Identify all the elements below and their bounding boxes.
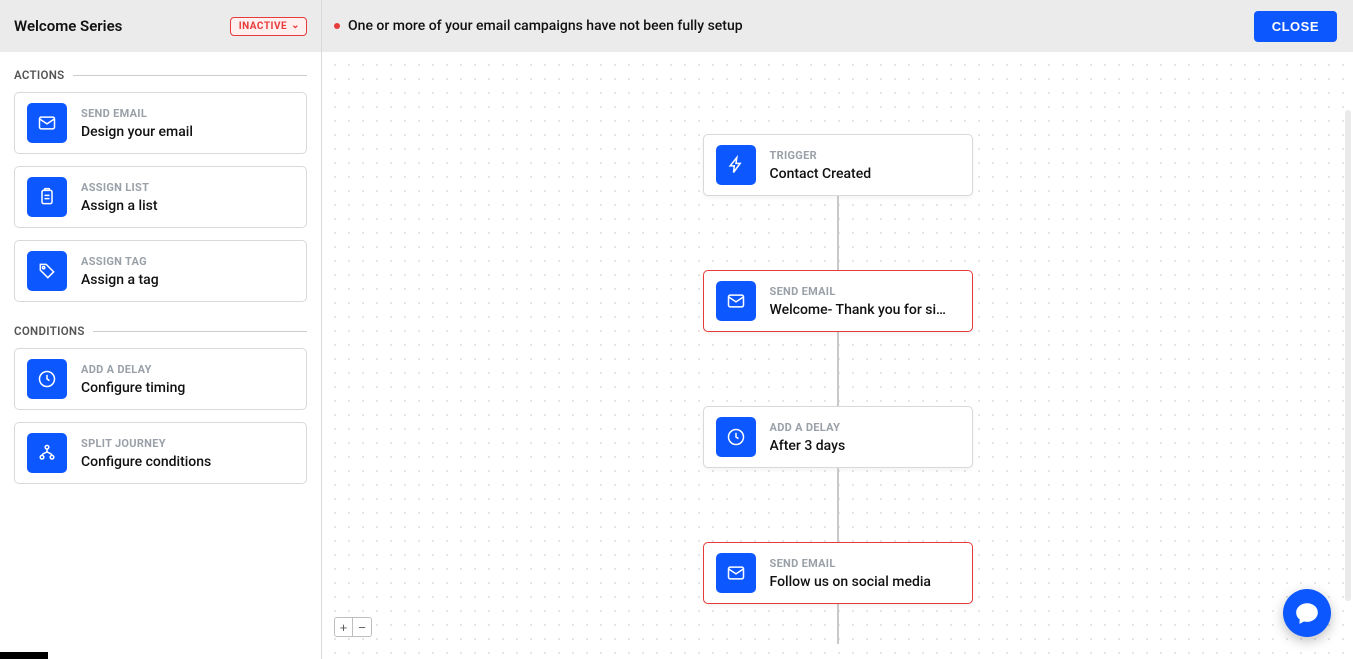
clock-icon (716, 417, 756, 457)
action-desc: Design your email (81, 124, 193, 140)
sidebar: ACTIONS SEND EMAIL Design your email ASS… (0, 52, 322, 659)
zoom-controls: + − (334, 617, 372, 637)
node-label: SEND EMAIL (770, 557, 931, 570)
node-label: ADD A DELAY (770, 421, 846, 434)
action-label: SEND EMAIL (81, 107, 193, 120)
actions-label: ACTIONS (14, 68, 65, 82)
mail-icon (27, 103, 67, 143)
action-label: ADD A DELAY (81, 363, 185, 376)
canvas-area[interactable]: TRIGGER Contact Created SEND EMAIL Welco… (322, 52, 1353, 659)
divider-line (73, 75, 307, 76)
action-label: ASSIGN TAG (81, 255, 159, 268)
action-desc: Assign a list (81, 198, 158, 214)
node-email-welcome[interactable]: SEND EMAIL Welcome- Thank you for sig... (703, 270, 973, 332)
mail-icon (716, 553, 756, 593)
connector-line (837, 468, 839, 542)
mail-icon (716, 281, 756, 321)
connector-line (837, 332, 839, 406)
section-header-actions: ACTIONS (14, 68, 307, 82)
conditions-label: CONDITIONS (14, 324, 85, 338)
status-pill[interactable]: INACTIVE ⌄ (230, 17, 307, 36)
action-assign-list[interactable]: ASSIGN LIST Assign a list (14, 166, 307, 228)
divider-line (93, 331, 307, 332)
chat-launcher[interactable] (1283, 589, 1331, 637)
action-label: ASSIGN LIST (81, 181, 158, 194)
zoom-in-button[interactable]: + (335, 618, 353, 636)
connector-line (837, 196, 839, 270)
split-icon (27, 433, 67, 473)
clock-icon (27, 359, 67, 399)
node-desc: Follow us on social media (770, 574, 931, 590)
node-desc: Welcome- Thank you for sig... (770, 302, 950, 318)
action-desc: Assign a tag (81, 272, 159, 288)
journey-title: Welcome Series (14, 17, 122, 35)
node-email-social[interactable]: SEND EMAIL Follow us on social media (703, 542, 973, 604)
node-desc: Contact Created (770, 166, 872, 182)
action-desc: Configure timing (81, 380, 185, 396)
connector-line (837, 604, 839, 644)
node-desc: After 3 days (770, 438, 846, 454)
clipboard-icon (27, 177, 67, 217)
action-desc: Configure conditions (81, 454, 211, 470)
condition-split-journey[interactable]: SPLIT JOURNEY Configure conditions (14, 422, 307, 484)
node-label: SEND EMAIL (770, 285, 950, 298)
zoom-out-button[interactable]: − (353, 618, 371, 636)
status-text: INACTIVE (239, 21, 287, 32)
chat-icon (1294, 600, 1320, 626)
bottom-bar (0, 652, 48, 659)
node-delay[interactable]: ADD A DELAY After 3 days (703, 406, 973, 468)
condition-add-delay[interactable]: ADD A DELAY Configure timing (14, 348, 307, 410)
action-send-email[interactable]: SEND EMAIL Design your email (14, 92, 307, 154)
setup-alert: One or more of your email campaigns have… (334, 18, 743, 34)
alert-dot-icon (334, 23, 340, 29)
chevron-down-icon: ⌄ (291, 21, 300, 31)
section-header-conditions: CONDITIONS (14, 324, 307, 338)
node-label: TRIGGER (770, 149, 872, 162)
bolt-icon (716, 145, 756, 185)
vertical-scrollbar[interactable] (1345, 110, 1351, 601)
action-assign-tag[interactable]: ASSIGN TAG Assign a tag (14, 240, 307, 302)
close-button[interactable]: CLOSE (1254, 11, 1337, 42)
action-label: SPLIT JOURNEY (81, 437, 211, 450)
alert-text: One or more of your email campaigns have… (348, 18, 743, 34)
node-trigger[interactable]: TRIGGER Contact Created (703, 134, 973, 196)
tag-icon (27, 251, 67, 291)
